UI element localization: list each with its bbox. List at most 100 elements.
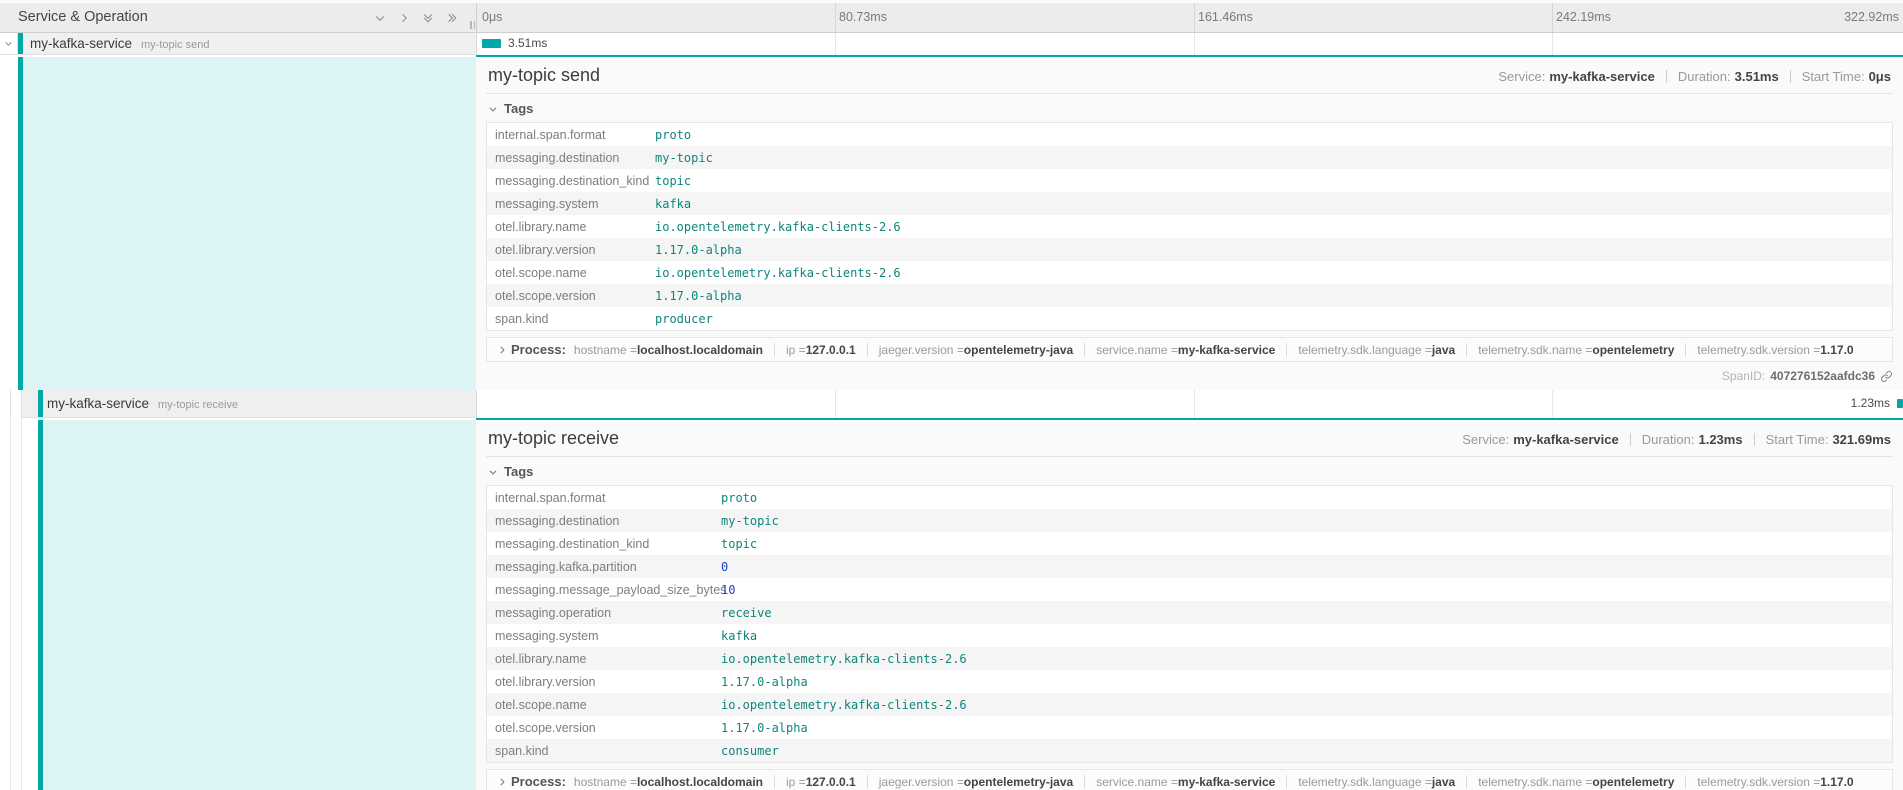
tag-row: otel.scope.version 1.17.0-alpha (487, 284, 1892, 307)
span-id-label: SpanID: (1722, 369, 1765, 383)
process-value: 127.0.0.1 (806, 343, 856, 357)
tag-key: messaging.operation (487, 606, 721, 620)
tick-label: 0μs (482, 3, 502, 32)
process-key: service.name (1096, 343, 1178, 357)
tag-row: internal.span.format proto (487, 123, 1892, 146)
process-key: hostname (574, 343, 637, 357)
tag-key: messaging.destination (487, 514, 721, 528)
tag-key: otel.library.name (487, 220, 655, 234)
operation-name: my-topic send (141, 39, 209, 51)
gridline (1194, 33, 1195, 55)
gridline (1194, 3, 1195, 32)
tag-value: consumer (721, 744, 779, 758)
tag-key: otel.scope.name (487, 698, 721, 712)
process-section-toggle[interactable]: Process: hostname localhost.localdomain … (486, 769, 1893, 790)
span-id-value: 407276152aafdc36 (1770, 369, 1875, 383)
tag-key: messaging.system (487, 197, 655, 211)
tag-row: messaging.operation receive (487, 601, 1892, 624)
span-detail-meta: Service: my-kafka-service Duration: 1.23… (1462, 432, 1891, 447)
process-key: telemetry.sdk.language (1298, 775, 1432, 789)
process-section-toggle[interactable]: Process: hostname localhost.localdomain … (486, 337, 1893, 362)
tag-value: 0 (721, 560, 728, 574)
tag-row: otel.scope.name io.opentelemetry.kafka-c… (487, 261, 1892, 284)
span-duration-label: 3.51ms (508, 33, 547, 54)
chevron-right-icon (497, 345, 507, 355)
tag-row: messaging.destination my-topic (487, 509, 1892, 532)
tag-value: 1.17.0-alpha (655, 289, 742, 303)
process-value: java (1432, 343, 1455, 357)
link-icon[interactable] (1880, 370, 1893, 383)
tag-value: my-topic (721, 514, 779, 528)
expanded-span-highlight (23, 57, 476, 390)
chevron-right-icon[interactable] (398, 12, 410, 24)
indent-guide (21, 418, 22, 790)
tags-table: internal.span.format proto messaging.des… (486, 122, 1893, 331)
process-key: service.name (1096, 775, 1178, 789)
tag-value: receive (721, 606, 772, 620)
service-operation-text: my-kafka-servicemy-topic send (30, 33, 210, 56)
process-value: opentelemetry-java (964, 775, 1073, 789)
service-operation-label: Service & Operation (18, 3, 148, 32)
span-detail-header: my-topic send Service: my-kafka-service … (486, 62, 1893, 93)
indent-guide (11, 390, 22, 418)
process-attribute: telemetry.sdk.version 1.17.0 (1685, 343, 1864, 357)
span-row-receive: my-kafka-servicemy-topic receive 1.23ms (0, 390, 1903, 418)
tag-key: messaging.message_payload_size_bytes (487, 583, 721, 597)
duration-label: Duration: (1642, 432, 1695, 447)
operation-name: my-topic receive (158, 399, 238, 411)
tags-section-label: Tags (504, 464, 533, 479)
indent-guide (0, 390, 11, 418)
tag-value: kafka (655, 197, 691, 211)
collapse-span-icon[interactable] (0, 33, 18, 54)
process-key: telemetry.sdk.language (1298, 343, 1432, 357)
gridline (1552, 3, 1553, 32)
process-value: my-kafka-service (1178, 775, 1275, 789)
tag-value: 1.17.0-alpha (721, 721, 808, 735)
timeline-ruler: 0μs 80.73ms 161.46ms 242.19ms 322.92ms (476, 3, 1903, 32)
chevron-down-icon[interactable] (374, 12, 386, 24)
separator (1666, 70, 1667, 83)
tag-key: span.kind (487, 312, 655, 326)
process-key: telemetry.sdk.version (1697, 343, 1820, 357)
tag-value: topic (655, 174, 691, 188)
span-name-cell-send[interactable]: my-kafka-servicemy-topic send (0, 33, 476, 55)
tags-section-label: Tags (504, 101, 533, 116)
process-key: jaeger.version (879, 775, 964, 789)
tags-section-toggle[interactable]: Tags (486, 457, 1893, 485)
tag-value: topic (721, 537, 757, 551)
tags-section-toggle[interactable]: Tags (486, 94, 1893, 122)
separator (1790, 70, 1791, 83)
span-duration-bar[interactable] (1897, 399, 1903, 408)
service-label: Service: (1498, 69, 1545, 84)
tag-key: messaging.destination_kind (487, 537, 721, 551)
tag-key: messaging.system (487, 629, 721, 643)
double-chevron-down-icon[interactable] (422, 12, 434, 24)
process-key: telemetry.sdk.version (1697, 775, 1820, 789)
duration-value: 1.23ms (1698, 432, 1742, 447)
span-name-cell-receive[interactable]: my-kafka-servicemy-topic receive (22, 390, 476, 418)
tag-key: otel.library.version (487, 243, 655, 257)
tag-row: otel.library.name io.opentelemetry.kafka… (487, 215, 1892, 238)
tag-row: messaging.destination_kind topic (487, 532, 1892, 555)
process-attribute: telemetry.sdk.language java (1286, 343, 1466, 357)
timeline-header: Service & Operation 0μs (0, 0, 1903, 33)
process-key: ip (786, 775, 806, 789)
tag-row: otel.scope.version 1.17.0-alpha (487, 716, 1892, 739)
tag-value: io.opentelemetry.kafka-clients-2.6 (655, 220, 901, 234)
span-duration-bar[interactable] (482, 39, 501, 48)
tag-key: internal.span.format (487, 491, 721, 505)
separator (1754, 433, 1755, 446)
expanded-span-highlight (43, 420, 476, 790)
process-attribute: hostname localhost.localdomain (572, 775, 774, 789)
tick-label: 322.92ms (1844, 3, 1899, 32)
gridline (1194, 390, 1195, 418)
process-attribute: jaeger.version opentelemetry-java (867, 775, 1084, 789)
span-detail-receive: my-topic receive Service: my-kafka-servi… (476, 418, 1903, 790)
process-attribute: telemetry.sdk.version 1.17.0 (1685, 775, 1864, 789)
gridline (835, 390, 836, 418)
tag-row: messaging.message_payload_size_bytes 10 (487, 578, 1892, 601)
process-attribute: jaeger.version opentelemetry-java (867, 343, 1084, 357)
indent-guide (10, 418, 11, 790)
double-chevron-right-icon[interactable] (446, 12, 458, 24)
tag-value: proto (655, 128, 691, 142)
